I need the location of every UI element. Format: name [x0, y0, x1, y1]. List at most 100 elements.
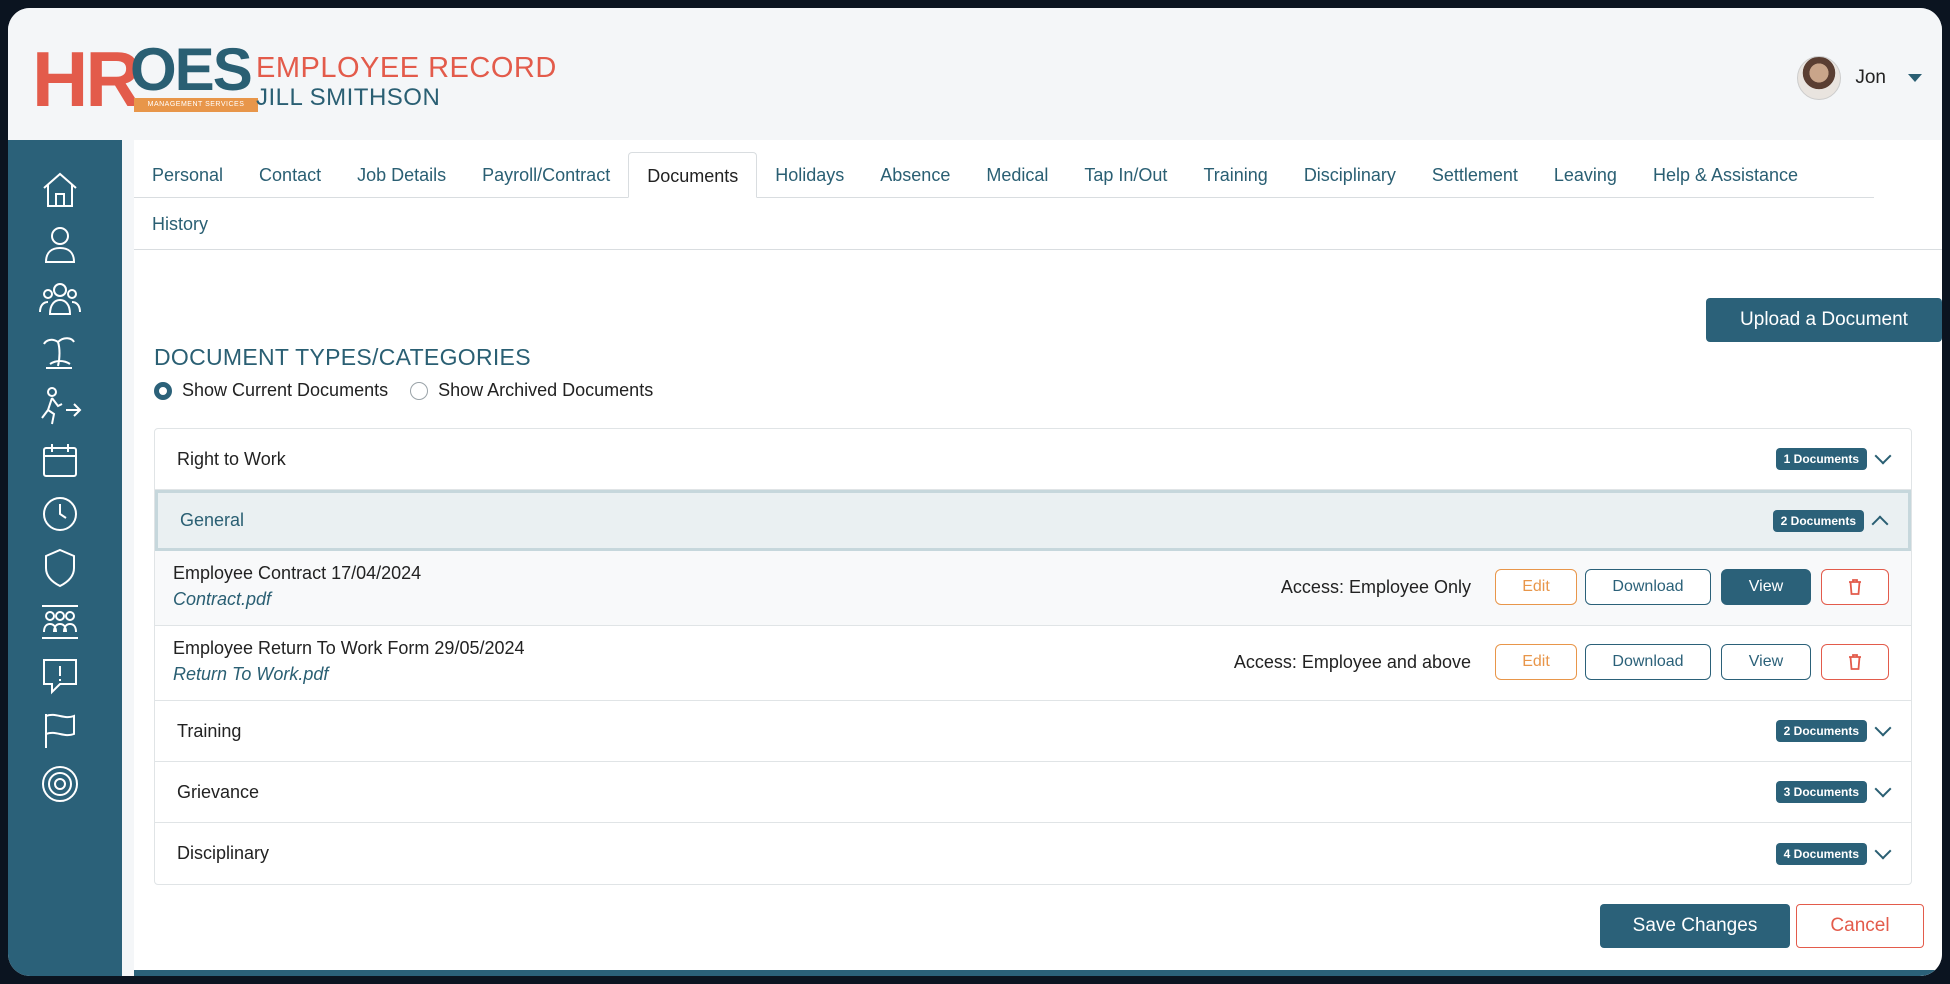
person-icon[interactable] [38, 222, 82, 266]
download-button[interactable]: Download [1585, 569, 1711, 605]
page-title: EMPLOYEE RECORD [256, 52, 557, 84]
user-menu[interactable]: Jon [1797, 56, 1922, 100]
tab-row-2: History [134, 198, 1942, 250]
document-count-badge: 3 Documents [1775, 781, 1867, 803]
tab-contact[interactable]: Contact [241, 152, 340, 198]
sidebar [8, 140, 122, 976]
document-file-link[interactable]: Contract.pdf [173, 589, 271, 610]
target-icon[interactable] [38, 762, 82, 806]
category-label: Grievance [177, 781, 260, 802]
logo-oes: OES [130, 36, 253, 103]
view-button[interactable]: View [1721, 644, 1811, 680]
tab-leaving[interactable]: Leaving [1535, 152, 1635, 198]
document-count-badge: 2 Documents [1772, 509, 1864, 532]
chevron-down-icon[interactable] [1874, 780, 1892, 798]
clock-icon[interactable] [38, 492, 82, 536]
holiday-icon[interactable] [38, 330, 82, 374]
radio-current-label[interactable]: Show Current Documents [182, 380, 388, 401]
chevron-up-icon[interactable] [1871, 515, 1889, 532]
tab-help-assistance[interactable]: Help & Assistance [1634, 152, 1817, 198]
main-content: Personal Contact Job Details Payroll/Con… [134, 140, 1942, 976]
leaving-icon[interactable] [38, 384, 82, 428]
tab-personal[interactable]: Personal [134, 152, 242, 198]
employee-name: JILL SMITHSON [256, 84, 441, 111]
document-row: Employee Contract 17/04/2024 Contract.pd… [155, 551, 1911, 626]
trash-icon [1849, 579, 1861, 595]
document-count-badge: 4 Documents [1775, 842, 1867, 865]
company-logo[interactable]: HR OES MANAGEMENT SERVICES [32, 35, 258, 123]
chevron-down-icon[interactable] [1908, 74, 1922, 82]
category-label: General [180, 510, 245, 530]
category-disciplinary[interactable]: Disciplinary 4 Documents [155, 823, 1911, 884]
document-row: Employee Return To Work Form 29/05/2024 … [155, 626, 1911, 701]
trash-icon [1849, 654, 1861, 670]
category-meta: 3 Documents [1775, 762, 1892, 822]
category-meta: 2 Documents [1772, 493, 1889, 548]
category-right-to-work[interactable]: Right to Work 1 Documents [155, 429, 1911, 490]
tab-medical[interactable]: Medical [968, 152, 1067, 198]
tab-history[interactable]: History [134, 198, 227, 250]
app-window: HR OES MANAGEMENT SERVICES EMPLOYEE RECO… [8, 8, 1942, 976]
chevron-down-icon[interactable] [1874, 447, 1892, 465]
category-meta: 2 Documents [1775, 701, 1892, 761]
tab-payroll-contract[interactable]: Payroll/Contract [464, 152, 629, 198]
category-meta: 4 Documents [1775, 823, 1892, 884]
category-label: Right to Work [177, 448, 286, 469]
radio-current-documents[interactable]: Show Current Documents [154, 380, 388, 401]
shield-icon[interactable] [38, 546, 82, 590]
category-grievance[interactable]: Grievance 3 Documents [155, 762, 1911, 823]
radio-unselected-icon[interactable] [410, 381, 429, 400]
tab-documents[interactable]: Documents [628, 152, 758, 198]
category-meta: 1 Documents [1775, 429, 1892, 489]
edit-button[interactable]: Edit [1495, 569, 1577, 605]
view-button[interactable]: View [1721, 569, 1811, 605]
chevron-down-icon[interactable] [1874, 842, 1892, 859]
tab-bar: Personal Contact Job Details Payroll/Con… [134, 152, 1942, 250]
chevron-down-icon[interactable] [1874, 719, 1892, 737]
document-accordion: Right to Work 1 Documents General 2 Docu… [154, 428, 1912, 885]
logo-hr: HR [32, 35, 142, 123]
logo-tagline: MANAGEMENT SERVICES [134, 98, 258, 112]
tab-disciplinary[interactable]: Disciplinary [1285, 152, 1414, 198]
calendar-icon[interactable] [38, 438, 82, 482]
delete-button[interactable] [1821, 644, 1889, 680]
team-icon[interactable] [38, 600, 82, 644]
document-access: Access: Employee and above [1233, 652, 1471, 672]
tab-job-details[interactable]: Job Details [339, 152, 465, 198]
category-training[interactable]: Training 2 Documents [155, 701, 1911, 762]
category-label: Disciplinary [177, 843, 270, 863]
document-count-badge: 1 Documents [1775, 448, 1867, 470]
user-name[interactable]: Jon [1855, 67, 1886, 89]
delete-button[interactable] [1821, 569, 1889, 605]
cancel-button[interactable]: Cancel [1796, 904, 1924, 948]
radio-archived-label[interactable]: Show Archived Documents [438, 380, 653, 401]
document-filter: Show Current Documents Show Archived Doc… [154, 380, 653, 401]
home-icon[interactable] [38, 168, 82, 212]
document-title: Employee Return To Work Form 29/05/2024 [173, 638, 525, 658]
upload-document-button[interactable]: Upload a Document [1706, 298, 1942, 342]
document-file-link[interactable]: Return To Work.pdf [173, 664, 328, 685]
tab-tap-in-out[interactable]: Tap In/Out [1066, 152, 1186, 198]
section-title: DOCUMENT TYPES/CATEGORIES [154, 344, 531, 370]
radio-archived-documents[interactable]: Show Archived Documents [410, 380, 653, 401]
tab-training[interactable]: Training [1185, 152, 1286, 198]
tab-row-1: Personal Contact Job Details Payroll/Con… [134, 152, 1874, 198]
save-changes-button[interactable]: Save Changes [1600, 904, 1790, 948]
document-count-badge: 2 Documents [1775, 720, 1867, 742]
category-label: Training [177, 720, 242, 741]
document-access: Access: Employee Only [1280, 577, 1471, 597]
header: HR OES MANAGEMENT SERVICES EMPLOYEE RECO… [8, 8, 1942, 140]
category-general[interactable]: General 2 Documents [155, 490, 1911, 551]
edit-button[interactable]: Edit [1495, 644, 1577, 680]
flag-icon[interactable] [38, 708, 82, 752]
document-title: Employee Contract 17/04/2024 [173, 563, 422, 583]
group-icon[interactable] [38, 276, 82, 320]
tab-absence[interactable]: Absence [862, 152, 969, 198]
avatar[interactable] [1797, 56, 1842, 100]
alert-icon[interactable] [38, 654, 82, 698]
radio-selected-icon[interactable] [154, 381, 172, 400]
tab-settlement[interactable]: Settlement [1413, 152, 1536, 198]
tab-holidays[interactable]: Holidays [757, 152, 863, 198]
download-button[interactable]: Download [1585, 644, 1711, 680]
bottom-divider [134, 970, 1942, 976]
